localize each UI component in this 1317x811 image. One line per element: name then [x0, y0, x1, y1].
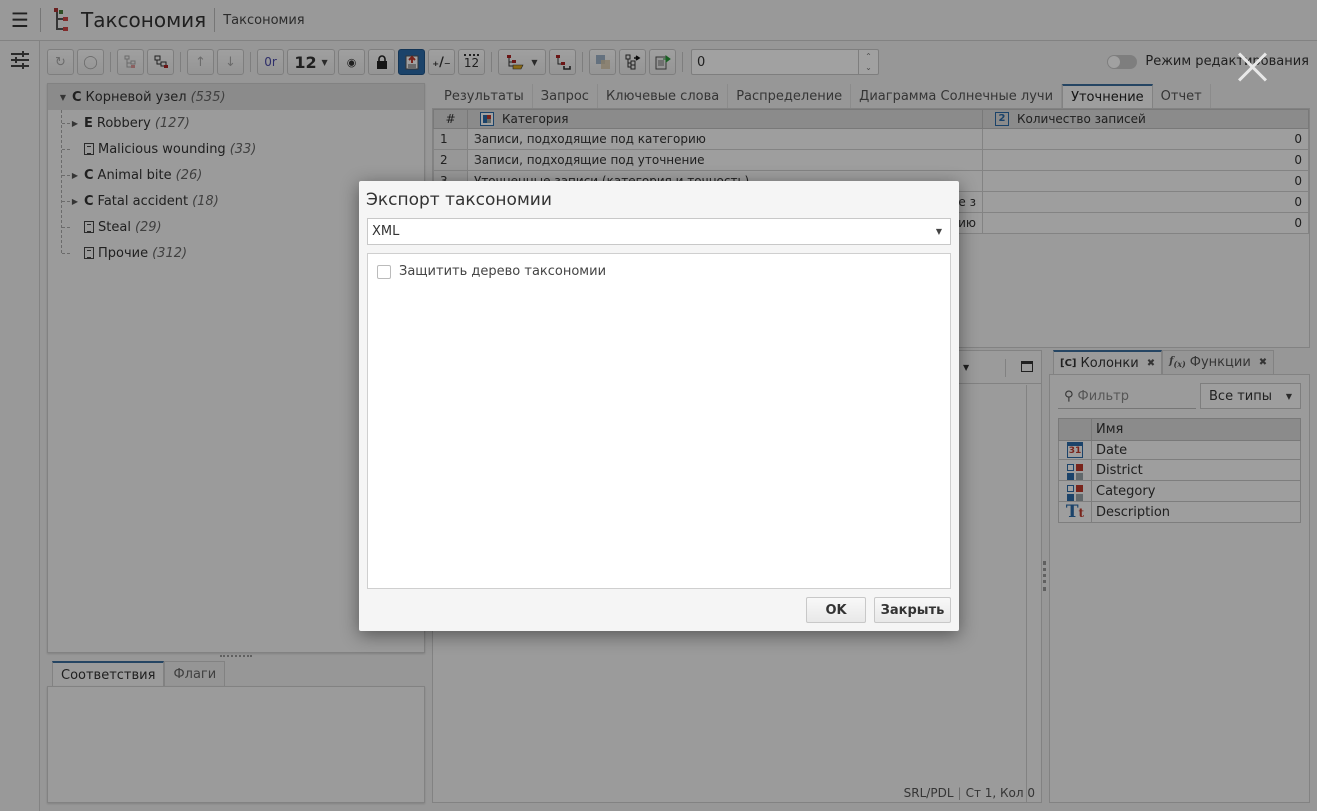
close-icon[interactable]	[1236, 50, 1268, 82]
protect-tree-checkbox[interactable]	[377, 264, 391, 279]
protect-tree-label: Защитить дерево таксономии	[399, 264, 607, 279]
chevron-down-icon: ▼	[935, 227, 942, 236]
format-select[interactable]: XML ▼	[367, 218, 951, 245]
dialog-title: Экспорт таксономии	[366, 190, 552, 210]
ok-button[interactable]: OK	[806, 597, 866, 623]
export-taxonomy-dialog: Экспорт таксономии XML ▼ Защитить дерево…	[359, 181, 959, 631]
format-value: XML	[372, 224, 400, 239]
close-button[interactable]: Закрыть	[874, 597, 951, 623]
protect-tree-option[interactable]: Защитить дерево таксономии	[377, 264, 606, 279]
dialog-options: Защитить дерево таксономии	[367, 253, 951, 589]
